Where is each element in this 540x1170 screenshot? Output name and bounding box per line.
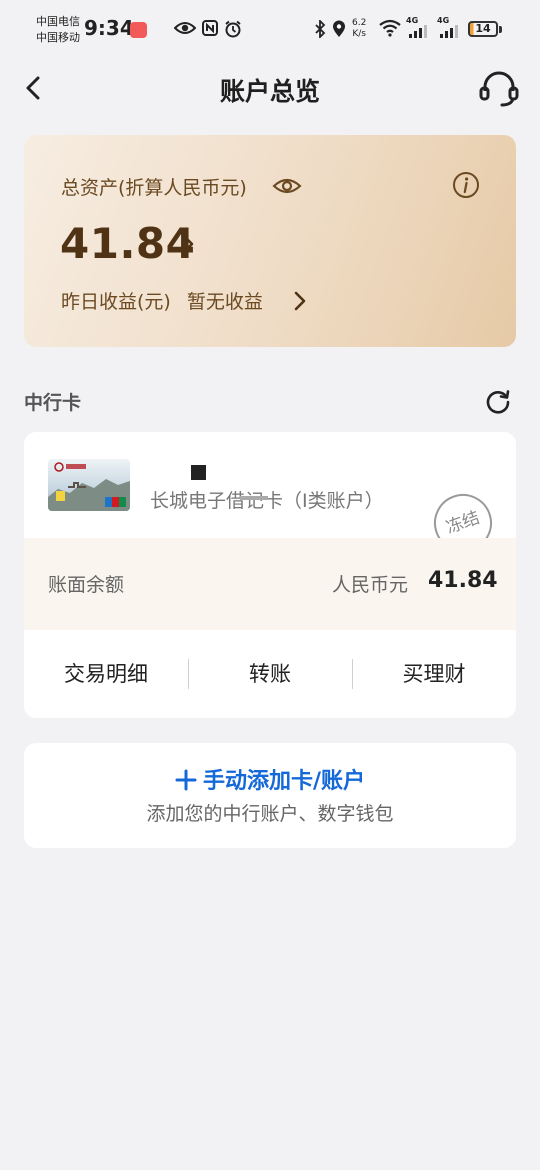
yesterday-yield-value: 暂无收益 (186, 291, 263, 313)
total-assets-label: 总资产(折算人民币元) (61, 177, 247, 199)
chevron-right-icon[interactable] (292, 290, 308, 312)
balance-row: 账面余额 人民币元 41.84 (24, 538, 516, 630)
eye-icon (174, 22, 196, 34)
redaction-mark (191, 465, 206, 480)
carrier-labels: 中国电信 中国移动 (36, 14, 80, 46)
battery-tip (499, 26, 502, 33)
yesterday-yield-label: 昨日收益(元) (61, 291, 171, 313)
nfc-icon (202, 20, 218, 36)
add-account-label: 手动添加卡/账户 (202, 769, 366, 794)
add-account-button[interactable]: 手动添加卡/账户 (24, 763, 516, 795)
plus-icon (175, 769, 197, 791)
alarm-icon (225, 20, 241, 38)
balance-currency: 人民币元 (332, 574, 409, 596)
top-nav: 账户总览 (0, 60, 540, 116)
balance-label: 账面余额 (48, 574, 125, 596)
account-card: 长城电子借记卡（I类账户） 冻结 账面余额 人民币元 41.84 交易明细 转账… (24, 432, 516, 718)
add-account-card[interactable]: 手动添加卡/账户 添加您的中行账户、数字钱包 (24, 743, 516, 848)
transfer-button[interactable]: 转账 (188, 658, 352, 688)
section-title: 中行卡 (24, 392, 82, 414)
bank-card-image (48, 459, 130, 511)
status-time: 9:34 (84, 16, 134, 40)
signal-icon (409, 25, 427, 38)
info-icon[interactable] (452, 171, 480, 199)
transaction-details-button[interactable]: 交易明细 (24, 658, 188, 688)
yesterday-yield-row[interactable]: 昨日收益(元) 暂无收益 (61, 287, 263, 314)
redaction-mark (240, 496, 268, 500)
refresh-button[interactable] (484, 388, 512, 416)
chevron-right-icon[interactable] (180, 233, 196, 255)
signal-icon (440, 25, 458, 38)
location-icon (333, 20, 345, 37)
buy-wealth-product-button[interactable]: 买理财 (352, 658, 516, 688)
account-actions: 交易明细 转账 买理财 (24, 630, 516, 718)
network-speed: 6.2 K/s (352, 18, 366, 40)
eye-icon[interactable] (272, 175, 302, 197)
page-title: 账户总览 (219, 77, 320, 106)
net-speed-value: 6.2 (352, 18, 367, 28)
battery-icon: 14 (468, 21, 498, 37)
wifi-icon (379, 19, 401, 37)
total-assets-card: 总资产(折算人民币元) 41.84 昨日收益(元) 暂无收益 (24, 135, 516, 347)
status-bar: 中国电信 中国移动 9:34 6.2 K/s 4G 4G 14 (0, 0, 540, 60)
balance-amount: 41.84 (428, 568, 498, 593)
add-account-subtitle: 添加您的中行账户、数字钱包 (146, 803, 394, 825)
total-assets-value[interactable]: 41.84 (60, 219, 195, 268)
notification-app-icon (130, 22, 147, 38)
carrier-1: 中国电信 (36, 15, 80, 28)
carrier-2: 中国移动 (36, 31, 80, 44)
bluetooth-icon (315, 20, 326, 38)
net-speed-unit: K/s (352, 29, 366, 39)
customer-service-button[interactable] (478, 70, 520, 108)
